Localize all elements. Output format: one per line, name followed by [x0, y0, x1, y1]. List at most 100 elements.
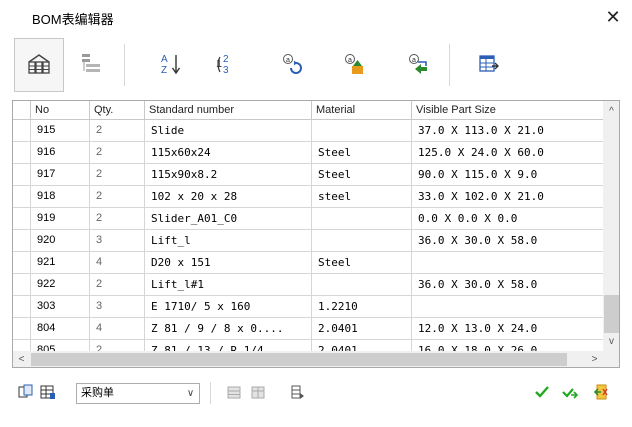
cell-visible-part-size[interactable]: 33.0 X 102.0 X 21.0 — [412, 186, 603, 208]
row-selector[interactable] — [13, 296, 31, 318]
renumber-button[interactable]: 2 3 1 — [200, 38, 250, 92]
row-selector[interactable] — [13, 186, 31, 208]
table-row[interactable]: 919 2 Slider_A01_C0 0.0 X 0.0 X 0.0 — [13, 208, 603, 230]
cell-qty[interactable]: 2 — [90, 142, 145, 164]
cell-no[interactable]: 918 — [31, 186, 90, 208]
cell-material[interactable] — [312, 274, 412, 296]
cell-standard-number[interactable]: Slider_A01_C0 — [145, 208, 312, 230]
column-header-material[interactable]: Material — [312, 101, 412, 120]
row-selector[interactable] — [13, 252, 31, 274]
horizontal-scrollbar[interactable]: < > — [13, 351, 603, 367]
cell-no[interactable]: 920 — [31, 230, 90, 252]
update-from-part-button[interactable]: a — [330, 38, 380, 92]
cell-qty[interactable]: 2 — [90, 208, 145, 230]
close-button[interactable]: ✕ — [600, 4, 626, 30]
cell-no[interactable]: 915 — [31, 120, 90, 142]
cell-no[interactable]: 919 — [31, 208, 90, 230]
cell-material[interactable]: Steel — [312, 252, 412, 274]
cell-material[interactable]: steel — [312, 186, 412, 208]
scroll-down-arrow[interactable]: v — [603, 333, 619, 350]
cell-material[interactable]: 2.0401 — [312, 318, 412, 340]
table-row[interactable]: 916 2 115x60x24 Steel 125.0 X 24.0 X 60.0 — [13, 142, 603, 164]
table-row[interactable]: 804 4 Z 81 / 9 / 8 x 0.... 2.0401 12.0 X 13.… — [13, 318, 603, 340]
cell-no[interactable]: 916 — [31, 142, 90, 164]
table-row[interactable]: 918 2 102 x 20 x 28 steel 33.0 X 102.0 X 21.… — [13, 186, 603, 208]
column-header-no[interactable]: No — [31, 101, 90, 120]
cell-standard-number[interactable]: Z 81 / 9 / 8 x 0.... — [145, 318, 312, 340]
row-selector[interactable] — [13, 208, 31, 230]
cell-visible-part-size[interactable]: 36.0 X 30.0 X 58.0 — [412, 274, 603, 296]
scroll-left-arrow[interactable]: < — [13, 351, 30, 367]
ok-button[interactable] — [534, 385, 550, 401]
cell-standard-number[interactable]: D20 x 151 — [145, 252, 312, 274]
cell-qty[interactable]: 4 — [90, 252, 145, 274]
cell-material[interactable] — [312, 230, 412, 252]
cell-standard-number[interactable]: E 1710/ 5 x 160 — [145, 296, 312, 318]
cell-standard-number[interactable]: Slide — [145, 120, 312, 142]
list-type-dropdown[interactable]: 采购单 ∨ — [76, 383, 200, 404]
cell-qty[interactable]: 2 — [90, 164, 145, 186]
table-row[interactable]: 921 4 D20 x 151 Steel — [13, 252, 603, 274]
cell-visible-part-size[interactable]: 37.0 X 113.0 X 21.0 — [412, 120, 603, 142]
column-header-standard-number[interactable]: Standard number — [145, 101, 312, 120]
move-down-button[interactable] — [250, 385, 266, 401]
table-row[interactable]: 920 3 Lift_l 36.0 X 30.0 X 58.0 — [13, 230, 603, 252]
cell-standard-number[interactable]: Lift_l#1 — [145, 274, 312, 296]
export-table-button[interactable] — [464, 38, 514, 92]
cell-qty[interactable]: 2 — [90, 274, 145, 296]
cell-no[interactable]: 922 — [31, 274, 90, 296]
cell-visible-part-size[interactable]: 36.0 X 30.0 X 58.0 — [412, 230, 603, 252]
cell-qty[interactable]: 2 — [90, 186, 145, 208]
cell-visible-part-size[interactable]: 12.0 X 13.0 X 24.0 — [412, 318, 603, 340]
apply-button[interactable] — [562, 385, 579, 401]
cell-no[interactable]: 303 — [31, 296, 90, 318]
table-view-button[interactable] — [40, 385, 56, 401]
vertical-scroll-thumb[interactable] — [604, 295, 619, 333]
row-selector[interactable] — [13, 318, 31, 340]
row-selector[interactable] — [13, 142, 31, 164]
cell-standard-number[interactable]: Lift_l — [145, 230, 312, 252]
cell-material[interactable] — [312, 120, 412, 142]
cell-standard-number[interactable]: 115x90x8.2 — [145, 164, 312, 186]
scroll-right-arrow[interactable]: > — [586, 351, 603, 367]
refresh-button[interactable]: a — [268, 38, 318, 92]
cell-visible-part-size[interactable]: 0.0 X 0.0 X 0.0 — [412, 208, 603, 230]
cell-visible-part-size[interactable] — [412, 296, 603, 318]
cell-visible-part-size[interactable]: 125.0 X 24.0 X 60.0 — [412, 142, 603, 164]
scroll-up-arrow[interactable]: ^ — [603, 103, 619, 120]
cell-visible-part-size[interactable]: 90.0 X 115.0 X 9.0 — [412, 164, 603, 186]
cell-material[interactable]: 1.2210 — [312, 296, 412, 318]
cell-visible-part-size[interactable] — [412, 252, 603, 274]
copy-button[interactable] — [18, 384, 34, 401]
cell-qty[interactable]: 4 — [90, 318, 145, 340]
cell-material[interactable]: Steel — [312, 142, 412, 164]
cell-no[interactable]: 804 — [31, 318, 90, 340]
row-selector[interactable] — [13, 274, 31, 296]
cell-qty[interactable]: 3 — [90, 296, 145, 318]
cell-no[interactable]: 921 — [31, 252, 90, 274]
column-header-qty[interactable]: Qty. — [90, 101, 145, 120]
table-row[interactable]: 922 2 Lift_l#1 36.0 X 30.0 X 58.0 — [13, 274, 603, 296]
cell-qty[interactable]: 2 — [90, 120, 145, 142]
delete-button[interactable] — [290, 385, 306, 401]
cell-standard-number[interactable]: 115x60x24 — [145, 142, 312, 164]
vertical-scrollbar[interactable]: ^ v — [603, 101, 619, 351]
horizontal-scroll-thumb[interactable] — [31, 353, 567, 366]
column-header-visible-part-size[interactable]: Visible Part Size — [412, 101, 603, 120]
cell-material[interactable] — [312, 208, 412, 230]
bom-grid-button[interactable] — [14, 38, 64, 92]
apply-to-part-button[interactable]: a — [394, 38, 444, 92]
cell-material[interactable]: Steel — [312, 164, 412, 186]
move-up-button[interactable] — [226, 385, 242, 401]
row-selector[interactable] — [13, 164, 31, 186]
row-selector[interactable] — [13, 120, 31, 142]
sort-az-button[interactable]: A Z — [146, 38, 196, 92]
cell-qty[interactable]: 3 — [90, 230, 145, 252]
table-row[interactable]: 915 2 Slide 37.0 X 113.0 X 21.0 — [13, 120, 603, 142]
cell-standard-number[interactable]: 102 x 20 x 28 — [145, 186, 312, 208]
exit-button[interactable] — [593, 384, 610, 401]
table-row[interactable]: 917 2 115x90x8.2 Steel 90.0 X 115.0 X 9.0 — [13, 164, 603, 186]
row-selector[interactable] — [13, 230, 31, 252]
cell-no[interactable]: 917 — [31, 164, 90, 186]
table-row[interactable]: 303 3 E 1710/ 5 x 160 1.2210 — [13, 296, 603, 318]
